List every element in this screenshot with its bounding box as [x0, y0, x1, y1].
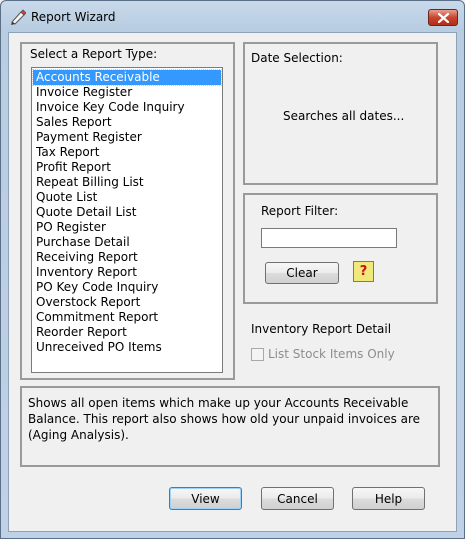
report-filter-label: Report Filter: — [261, 204, 339, 218]
list-item[interactable]: Overstock Report — [33, 295, 221, 310]
filter-help-button[interactable]: ? — [353, 261, 374, 282]
clear-button[interactable]: Clear — [265, 262, 339, 284]
report-wizard-window: Report Wizard Select a Report Type: Acco… — [0, 0, 465, 539]
list-item[interactable]: Quote Detail List — [33, 205, 221, 220]
list-item[interactable]: PO Register — [33, 220, 221, 235]
list-item[interactable]: Tax Report — [33, 145, 221, 160]
list-stock-items-label: List Stock Items Only — [268, 347, 395, 361]
date-selection-text: Searches all dates... — [283, 109, 405, 123]
list-item[interactable]: Repeat Billing List — [33, 175, 221, 190]
list-item[interactable]: PO Key Code Inquiry — [33, 280, 221, 295]
question-mark-icon: ? — [359, 264, 368, 279]
close-button[interactable] — [428, 9, 458, 26]
list-item[interactable]: Sales Report — [33, 115, 221, 130]
list-item[interactable]: Commitment Report — [33, 310, 221, 325]
list-item[interactable]: Invoice Register — [33, 85, 221, 100]
report-filter-input[interactable] — [261, 228, 397, 248]
date-selection-label: Date Selection: — [251, 51, 343, 65]
help-button[interactable]: Help — [352, 487, 425, 510]
date-selection-group: Date Selection: Searches all dates... — [243, 42, 438, 185]
report-type-list[interactable]: Accounts Receivable Invoice Register Invoi… — [31, 67, 223, 373]
list-item[interactable]: Profit Report — [33, 160, 221, 175]
list-item[interactable]: Accounts Receivable — [32, 69, 222, 86]
inventory-detail-heading: Inventory Report Detail — [251, 322, 392, 336]
list-item[interactable]: Purchase Detail — [33, 235, 221, 250]
report-description: Shows all open items which make up your … — [28, 396, 421, 442]
list-item[interactable]: Inventory Report — [33, 265, 221, 280]
list-item[interactable]: Reorder Report — [33, 325, 221, 340]
dialog-body: Select a Report Type: Accounts Receivabl… — [8, 32, 457, 532]
report-type-label: Select a Report Type: — [30, 47, 158, 61]
report-filter-group: Report Filter: Clear ? — [243, 193, 438, 304]
list-item[interactable]: Invoice Key Code Inquiry — [33, 100, 221, 115]
list-item[interactable]: Quote List — [33, 190, 221, 205]
close-icon — [437, 12, 449, 23]
list-stock-items-checkbox[interactable] — [251, 348, 264, 361]
description-group: Shows all open items which make up your … — [20, 386, 440, 467]
list-item[interactable]: Unreceived PO Items — [33, 340, 221, 355]
view-button[interactable]: View — [169, 487, 242, 510]
list-item[interactable]: Receiving Report — [33, 250, 221, 265]
report-type-group: Select a Report Type: Accounts Receivabl… — [20, 42, 235, 380]
window-title: Report Wizard — [31, 10, 116, 24]
list-item[interactable]: Payment Register — [33, 130, 221, 145]
title-bar[interactable]: Report Wizard — [1, 1, 464, 33]
report-wizard-icon — [11, 9, 26, 25]
cancel-button[interactable]: Cancel — [261, 487, 334, 510]
